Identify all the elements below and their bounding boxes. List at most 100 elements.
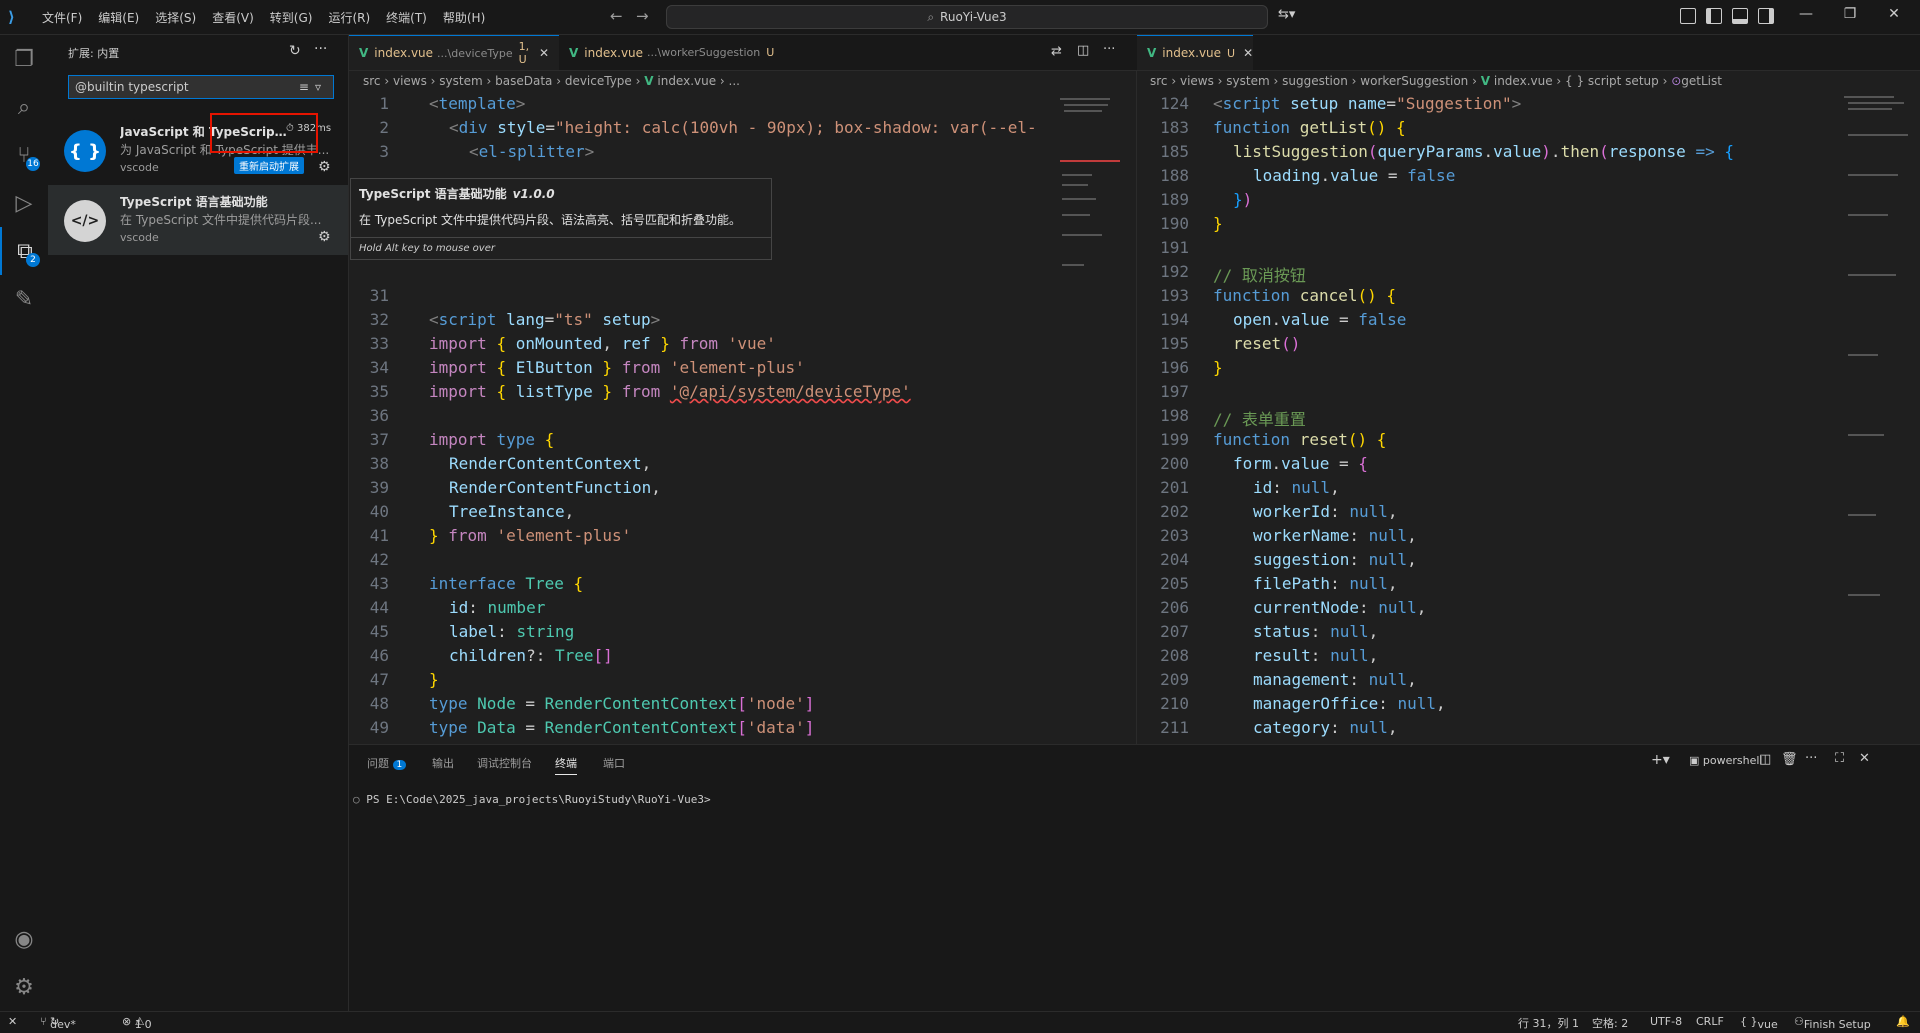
minimize-icon[interactable]: —	[1786, 6, 1826, 22]
menu-edit[interactable]: 编辑(E)	[90, 9, 147, 26]
problems-indicator[interactable]: ⊗ 1 ⚠ 0	[122, 1015, 152, 1031]
more-actions-icon[interactable]: ···	[1805, 751, 1817, 766]
right-minimap[interactable]	[1840, 94, 1910, 694]
left-editor-tabs: Vindex.vue ...\deviceType 1, U ✕ Vindex.vue…	[349, 35, 1137, 71]
extension-description: 在 TypeScript 文件中提供代码片段...	[120, 213, 322, 227]
hover-hint: Hold Alt key to mouse over	[351, 237, 771, 259]
toggle-primary-sidebar-icon[interactable]	[1706, 8, 1722, 24]
remote-icon[interactable]: ✕	[8, 1015, 17, 1028]
terminal-shell-selector[interactable]: ▣ powershell	[1689, 754, 1762, 767]
search-icon[interactable]: ⌕	[0, 83, 48, 131]
customize-layout-icon[interactable]	[1680, 8, 1696, 24]
extensions-sidebar: 扩展: 内置 ↻ ··· @builtin typescript ≡▿ { } J…	[48, 35, 349, 1011]
language-mode[interactable]: { } vue	[1740, 1015, 1778, 1031]
title-bar: ⟩ 文件(F) 编辑(E) 选择(S) 查看(V) 转到(G) 运行(R) 终端…	[0, 0, 1920, 35]
extension-search-input[interactable]: @builtin typescript ≡▿	[68, 75, 334, 99]
right-code-editor[interactable]: 124 <script setup name="Suggestion"> 183 f…	[1137, 94, 1837, 744]
manage-gear-icon[interactable]: ⚙	[318, 229, 331, 245]
sidebar-title: 扩展: 内置	[68, 47, 120, 60]
breadcrumb: src › views › system › baseData › device…	[363, 74, 740, 88]
right-editor-tabs: Vindex.vue U ✕	[1137, 35, 1920, 71]
source-control-icon[interactable]: ⑂ 16	[0, 131, 48, 179]
settings-gear-icon[interactable]: ⚙	[0, 963, 48, 1011]
new-terminal-icon[interactable]: +▾	[1651, 752, 1670, 768]
copilot-icon[interactable]: ⇆▾	[1278, 7, 1295, 22]
branch-indicator[interactable]: ⑂ dev* ↻	[40, 1015, 76, 1031]
extension-hover-tooltip: TypeScript 语言基础功能 v1.0.0 在 TypeScript 文件中…	[350, 178, 772, 260]
menu-terminal[interactable]: 终端(T)	[378, 9, 435, 26]
close-panel-icon[interactable]: ✕	[1859, 751, 1870, 766]
back-arrow-icon[interactable]: ←	[610, 7, 623, 25]
filter-icon[interactable]: ≡▿	[299, 76, 327, 98]
command-center-search[interactable]: ⌕ RuoYi-Vue3	[666, 5, 1268, 29]
refresh-icon[interactable]: ↻	[289, 43, 301, 59]
activity-bar: ❐ ⌕ ⑂ 16 ▷ ⧉ 2 ✎ ◉ ⚙	[0, 35, 49, 1011]
more-actions-icon[interactable]: ···	[314, 41, 327, 57]
tab-index-vue[interactable]: Vindex.vue U ✕	[1137, 35, 1253, 70]
hover-version: v1.0.0	[512, 187, 555, 201]
menu-bar: 文件(F) 编辑(E) 选择(S) 查看(V) 转到(G) 运行(R) 终端(T…	[34, 0, 493, 34]
extension-publisher: vscode	[120, 231, 159, 244]
menu-run[interactable]: 运行(R)	[320, 9, 378, 26]
hover-description: 在 TypeScript 文件中提供代码片段、语法高亮、括号匹配和折叠功能。	[359, 213, 741, 227]
menu-file[interactable]: 文件(F)	[34, 9, 90, 26]
tab-ports[interactable]: 端口	[603, 755, 625, 771]
tab-debug-console[interactable]: 调试控制台	[477, 755, 532, 771]
vue-icon: V	[569, 45, 579, 60]
toggle-secondary-sidebar-icon[interactable]	[1758, 8, 1774, 24]
terminal-output[interactable]: ○ PS E:\Code\2025_java_projects\RuoyiStu…	[353, 793, 711, 806]
accounts-icon[interactable]: ◉	[0, 915, 48, 963]
highlight-box	[210, 113, 318, 153]
close-tab-icon[interactable]: ✕	[1243, 46, 1253, 60]
line-ending[interactable]: CRLF	[1696, 1015, 1724, 1028]
vue-icon: V	[359, 46, 369, 60]
extensions-badge: 2	[26, 253, 40, 267]
close-tab-icon[interactable]: ✕	[539, 46, 549, 60]
split-editor-icon[interactable]: ◫	[1077, 43, 1089, 58]
encoding[interactable]: UTF-8	[1650, 1015, 1682, 1028]
restore-icon[interactable]: ❐	[1830, 6, 1870, 22]
vue-icon: V	[1147, 46, 1157, 60]
maximize-panel-icon[interactable]: ⛶	[1835, 751, 1844, 766]
tab-workersuggestion[interactable]: Vindex.vue ...\workerSuggestion U	[559, 35, 779, 70]
breadcrumb: src › views › system › suggestion › work…	[1150, 74, 1722, 88]
more-actions-icon[interactable]: ···	[1103, 42, 1115, 57]
run-debug-icon[interactable]: ▷	[0, 179, 48, 227]
chat-icon[interactable]: ✎	[0, 275, 48, 323]
extension-publisher: vscode	[120, 161, 159, 174]
status-bar: ✕ ⑂ dev* ↻ ⊗ 1 ⚠ 0 行 31，列 1 空格: 2 UTF-8 …	[0, 1011, 1920, 1033]
search-icon: ⌕	[927, 10, 935, 24]
extension-name: TypeScript 语言基础功能	[120, 195, 268, 209]
menu-view[interactable]: 查看(V)	[204, 9, 262, 26]
finish-setup[interactable]: ⚇ Finish Setup	[1794, 1015, 1871, 1031]
scm-badge: 16	[26, 157, 40, 171]
tab-output[interactable]: 输出	[432, 755, 454, 771]
menu-help[interactable]: 帮助(H)	[435, 9, 493, 26]
menu-selection[interactable]: 选择(S)	[147, 9, 204, 26]
left-minimap[interactable]	[1060, 94, 1120, 744]
tab-terminal[interactable]: 终端	[555, 755, 577, 775]
cursor-position[interactable]: 行 31，列 1	[1518, 1015, 1579, 1031]
split-terminal-icon[interactable]: ◫	[1759, 752, 1771, 767]
explorer-icon[interactable]: ❐	[0, 35, 48, 83]
tab-devicetype[interactable]: Vindex.vue ...\deviceType 1, U ✕	[349, 35, 559, 70]
extensions-icon[interactable]: ⧉ 2	[0, 227, 48, 275]
tab-problems[interactable]: 问题 1	[367, 755, 407, 771]
compare-changes-icon[interactable]: ⇄	[1051, 44, 1062, 59]
notifications-bell-icon[interactable]: 🔔	[1896, 1015, 1910, 1028]
menu-go[interactable]: 转到(G)	[262, 9, 321, 26]
manage-gear-icon[interactable]: ⚙	[318, 159, 331, 175]
vscode-logo-icon: ⟩	[8, 8, 15, 26]
trash-icon[interactable]: 🗑	[1781, 752, 1798, 767]
indentation[interactable]: 空格: 2	[1592, 1015, 1628, 1031]
problems-badge: 1	[392, 760, 407, 770]
braces-icon: { }	[64, 130, 106, 172]
toggle-panel-icon[interactable]	[1732, 8, 1748, 24]
forward-arrow-icon[interactable]: →	[636, 7, 649, 25]
extension-item-ts-basics[interactable]: </> TypeScript 语言基础功能 在 TypeScript 文件中提供…	[48, 185, 348, 255]
bottom-panel: 问题 1 输出 调试控制台 终端 端口 +▾ ▣ powershell ◫ 🗑 …	[349, 744, 1920, 1012]
hover-title: TypeScript 语言基础功能	[359, 187, 507, 201]
restart-extension-button[interactable]: 重新启动扩展	[234, 157, 304, 174]
close-window-icon[interactable]: ✕	[1874, 6, 1914, 22]
code-tag-icon: </>	[64, 200, 106, 242]
